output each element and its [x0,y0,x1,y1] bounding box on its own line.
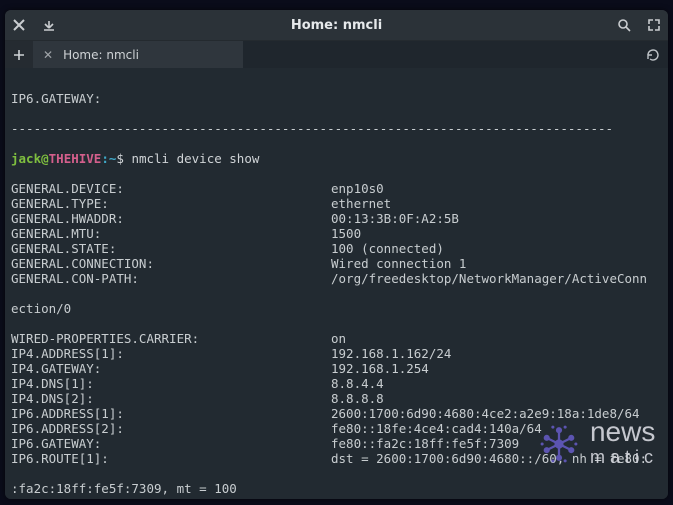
output-key: IP4.DNS[2]: [11,391,331,406]
output-kv-line: GENERAL.TYPE:ethernet [11,196,666,211]
output-rule: ----------------------------------------… [11,121,666,136]
fullscreen-icon[interactable] [646,17,662,33]
output-kv-line: WIRED-PROPERTIES.CARRIER:on [11,331,666,346]
output-key: IP6.GATEWAY: [11,436,331,451]
prompt-user: jack [11,151,41,166]
prompt-dollar: $ [116,151,131,166]
output-value: 8.8.4.4 [331,376,384,391]
titlebar: Home: nmcli [5,10,668,40]
tab-home-nmcli[interactable]: ✕ Home: nmcli [33,41,243,68]
output-key: GENERAL.STATE: [11,241,331,256]
output-value: 1500 [331,226,361,241]
output-kv-line: GENERAL.CONNECTION:Wired connection 1 [11,256,666,271]
output-key: IP4.GATEWAY: [11,361,331,376]
output-kv-line: GENERAL.MTU:1500 [11,226,666,241]
output-line: IP6.GATEWAY: [11,91,666,106]
output-kv-line: IP4.ADDRESS[1]:192.168.1.162/24 [11,346,666,361]
output-value: 192.168.1.254 [331,361,429,376]
output-line: ection/0 [11,301,666,316]
output-key: WIRED-PROPERTIES.CARRIER: [11,331,331,346]
tabbar-spacer [243,41,638,68]
close-tab-icon[interactable]: ✕ [43,48,53,62]
prompt-command: nmcli device show [131,151,259,166]
prompt-at: @ [41,151,49,166]
output-value: 192.168.1.162/24 [331,346,451,361]
output-value: Wired connection 1 [331,256,466,271]
output-key: GENERAL.CONNECTION: [11,256,331,271]
output-value: enp10s0 [331,181,384,196]
output-value: 2600:1700:6d90:4680:4ce2:a2e9:18a:1de8/6… [331,406,640,421]
output-key: IP4.DNS[1]: [11,376,331,391]
tabbar: ✕ Home: nmcli [5,40,668,68]
terminal-window: Home: nmcli ✕ Home: nmcli IP6.GATEWAY: -… [5,10,668,499]
output-value: 8.8.8.8 [331,391,384,406]
output-kv-line: GENERAL.HWADDR:00:13:3B:0F:A2:5B [11,211,666,226]
output-value: fe80::fa2c:18ff:fe5f:7309 [331,436,519,451]
output-kv-line: GENERAL.DEVICE:enp10s0 [11,181,666,196]
output-kv-line: IP6.GATEWAY:fe80::fa2c:18ff:fe5f:7309 [11,436,666,451]
new-tab-button[interactable] [5,41,33,68]
prompt-host: THEHIVE [49,151,102,166]
output-key: GENERAL.CON-PATH: [11,271,331,286]
close-window-button[interactable] [11,17,27,33]
maximize-down-button[interactable] [41,17,57,33]
prompt-colon: : [101,151,109,166]
output-value: dst = 2600:1700:6d90:4680::/60, nh = fe8… [331,451,647,466]
output-key: IP4.ADDRESS[1]: [11,346,331,361]
output-key: GENERAL.MTU: [11,226,331,241]
window-title: Home: nmcli [57,18,616,33]
output-kv-line: IP6.ROUTE[1]:dst = 2600:1700:6d90:4680::… [11,451,666,466]
output-kv-line: IP6.ADDRESS[1]:2600:1700:6d90:4680:4ce2:… [11,406,666,421]
output-key: GENERAL.DEVICE: [11,181,331,196]
output-key: GENERAL.HWADDR: [11,211,331,226]
output-key: IP6.ADDRESS[2]: [11,421,331,436]
output-kv-line: GENERAL.STATE:100 (connected) [11,241,666,256]
output-value: fe80::18fe:4ce4:cad4:140a/64 [331,421,542,436]
output-kv-line: IP6.ADDRESS[2]:fe80::18fe:4ce4:cad4:140a… [11,421,666,436]
output-kv-line: GENERAL.CON-PATH:/org/freedesktop/Networ… [11,271,666,286]
output-kv-line: IP4.DNS[1]:8.8.4.4 [11,376,666,391]
output-value: 00:13:3B:0F:A2:5B [331,211,459,226]
output-kv-line: IP4.DNS[2]:8.8.8.8 [11,391,666,406]
output-value: 100 (connected) [331,241,444,256]
tab-label: Home: nmcli [63,48,139,62]
output-kv-line: IP4.GATEWAY:192.168.1.254 [11,361,666,376]
output-key: GENERAL.TYPE: [11,196,331,211]
output-value: ethernet [331,196,391,211]
prompt-line: jack@THEHIVE:~$ nmcli device show [11,151,666,166]
search-icon[interactable] [616,17,632,33]
output-key: IP6.ADDRESS[1]: [11,406,331,421]
tab-history-button[interactable] [638,41,668,68]
output-line: :fa2c:18ff:fe5f:7309, mt = 100 [11,481,666,496]
output-value: on [331,331,346,346]
output-key: IP6.ROUTE[1]: [11,451,331,466]
output-value: /org/freedesktop/NetworkManager/ActiveCo… [331,271,647,286]
terminal-viewport[interactable]: IP6.GATEWAY: ---------------------------… [5,68,668,499]
